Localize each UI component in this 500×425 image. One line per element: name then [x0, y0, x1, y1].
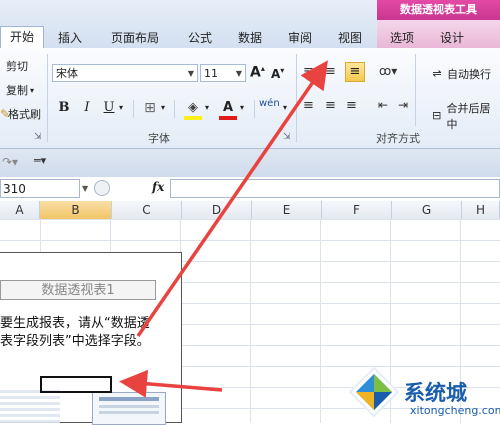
annotation-arrows — [119, 60, 328, 398]
arrow-to-view-tab — [136, 60, 328, 337]
watermark-logo-icon — [348, 366, 400, 418]
watermark-url: xitongcheng.com — [410, 404, 500, 417]
watermark-text: 系统城 — [404, 381, 467, 405]
arrow-to-selected-cell — [119, 369, 223, 398]
